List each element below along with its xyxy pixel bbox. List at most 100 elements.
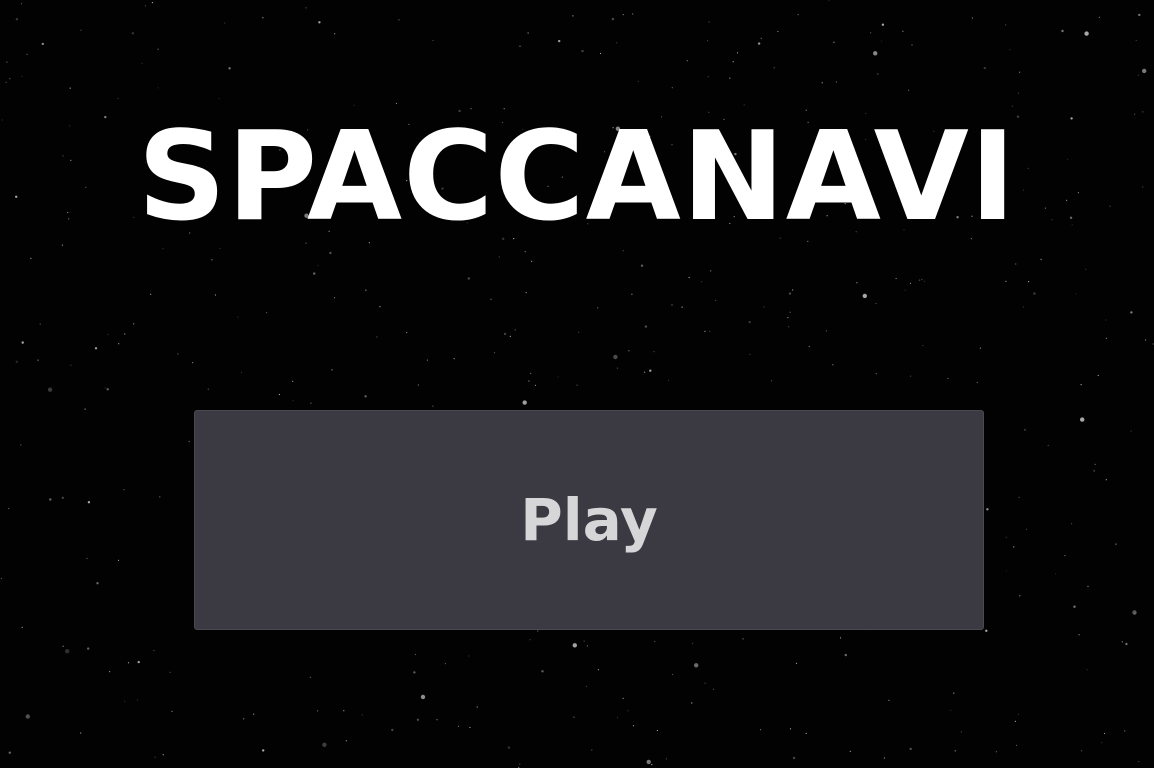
star bbox=[177, 353, 179, 355]
star bbox=[839, 637, 842, 639]
star bbox=[41, 42, 44, 46]
star bbox=[986, 508, 989, 511]
star bbox=[1103, 732, 1106, 735]
star bbox=[1071, 523, 1073, 525]
star bbox=[1061, 29, 1064, 33]
star bbox=[469, 726, 471, 729]
star bbox=[923, 280, 926, 282]
star bbox=[654, 640, 656, 643]
star bbox=[573, 716, 575, 718]
star bbox=[6, 61, 8, 63]
star bbox=[911, 44, 913, 46]
star bbox=[343, 710, 345, 712]
star bbox=[1130, 311, 1133, 314]
star bbox=[531, 260, 533, 262]
star bbox=[237, 316, 239, 318]
star bbox=[681, 306, 683, 308]
star bbox=[262, 17, 264, 19]
star bbox=[960, 731, 962, 733]
star bbox=[875, 373, 877, 375]
star bbox=[94, 347, 98, 350]
star bbox=[707, 40, 709, 42]
star bbox=[611, 17, 615, 21]
star bbox=[519, 763, 521, 765]
star bbox=[37, 359, 39, 361]
star bbox=[80, 29, 82, 31]
star bbox=[1018, 496, 1020, 498]
star bbox=[519, 45, 521, 47]
star bbox=[788, 326, 790, 328]
star bbox=[628, 350, 630, 352]
star bbox=[632, 725, 635, 727]
star bbox=[333, 297, 336, 299]
star bbox=[1009, 49, 1011, 51]
star bbox=[150, 293, 152, 295]
star bbox=[616, 367, 619, 369]
star bbox=[49, 498, 52, 501]
star bbox=[278, 393, 280, 396]
star bbox=[1093, 470, 1095, 472]
star bbox=[5, 81, 7, 83]
game-title: SPACCANAVI bbox=[137, 106, 1017, 249]
star bbox=[162, 754, 164, 756]
star bbox=[537, 630, 539, 632]
star bbox=[708, 21, 710, 23]
star bbox=[832, 364, 834, 366]
star bbox=[1084, 31, 1089, 36]
star bbox=[192, 362, 194, 364]
star bbox=[25, 714, 30, 719]
star bbox=[671, 304, 673, 306]
star bbox=[760, 37, 762, 40]
star bbox=[21, 75, 23, 77]
star bbox=[1138, 760, 1140, 763]
star bbox=[309, 676, 311, 679]
star bbox=[361, 714, 363, 716]
star bbox=[1005, 570, 1008, 572]
star bbox=[317, 710, 319, 712]
star bbox=[835, 81, 838, 83]
star bbox=[856, 282, 858, 284]
star bbox=[1015, 263, 1017, 265]
star bbox=[141, 62, 143, 64]
star bbox=[1086, 669, 1088, 671]
star bbox=[1078, 634, 1080, 636]
star bbox=[1125, 642, 1128, 646]
star bbox=[444, 663, 446, 665]
star bbox=[117, 559, 120, 562]
star bbox=[591, 749, 593, 751]
star bbox=[157, 48, 159, 50]
star bbox=[364, 395, 367, 398]
star bbox=[1013, 546, 1015, 548]
star bbox=[107, 334, 109, 336]
star bbox=[1137, 74, 1139, 76]
star bbox=[157, 87, 159, 89]
star bbox=[417, 384, 419, 386]
star bbox=[795, 662, 798, 664]
play-button[interactable]: Play bbox=[194, 410, 984, 630]
star bbox=[84, 408, 86, 410]
star bbox=[808, 345, 810, 348]
star bbox=[20, 444, 22, 446]
star bbox=[153, 649, 155, 652]
star bbox=[909, 747, 912, 751]
star bbox=[672, 673, 674, 676]
star bbox=[572, 643, 577, 648]
star bbox=[1019, 595, 1021, 597]
star bbox=[622, 14, 624, 16]
star bbox=[1047, 444, 1049, 447]
star bbox=[534, 384, 537, 386]
star bbox=[262, 749, 265, 752]
star bbox=[644, 371, 646, 373]
star bbox=[576, 384, 578, 386]
star bbox=[379, 306, 381, 308]
star bbox=[21, 341, 24, 344]
star bbox=[995, 751, 998, 753]
star bbox=[704, 682, 706, 684]
star bbox=[763, 306, 765, 308]
star bbox=[1142, 68, 1147, 74]
star bbox=[243, 718, 245, 720]
star bbox=[729, 77, 731, 79]
star bbox=[413, 671, 416, 674]
star bbox=[712, 688, 715, 690]
star bbox=[877, 73, 879, 75]
